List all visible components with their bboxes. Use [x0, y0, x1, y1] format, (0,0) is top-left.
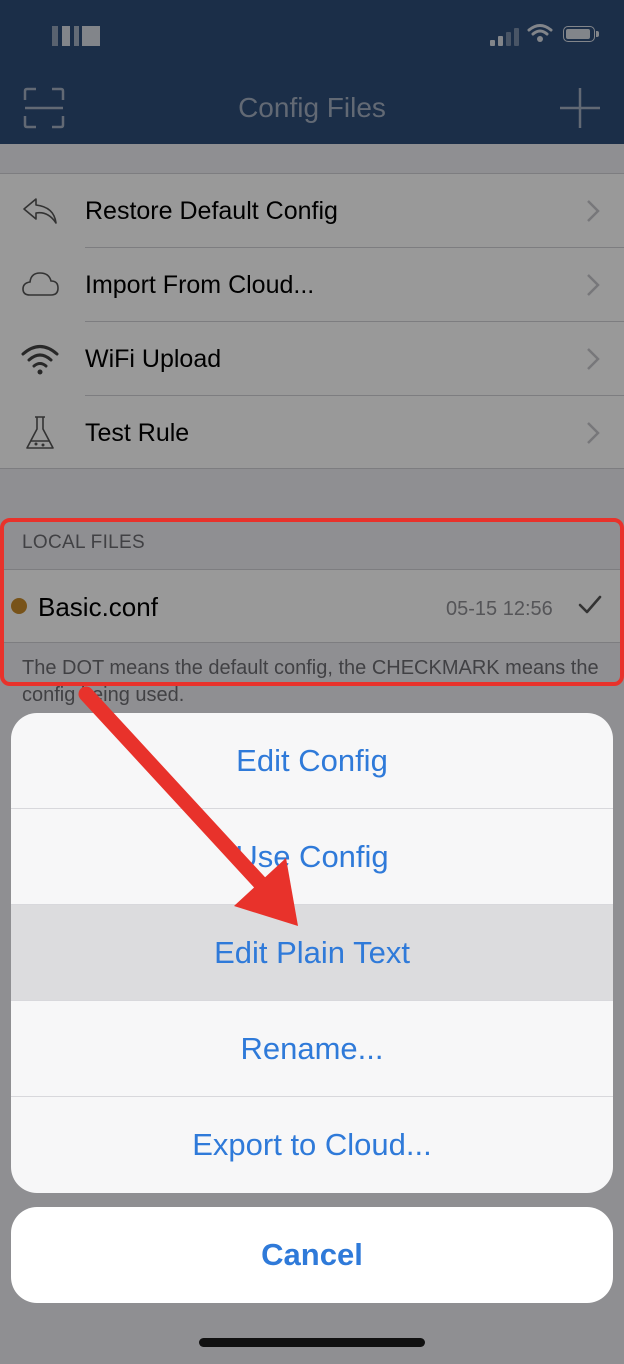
action-label: Edit Plain Text [214, 935, 410, 970]
export-to-cloud-button[interactable]: Export to Cloud... [11, 1097, 613, 1193]
action-label: Export to Cloud... [192, 1127, 432, 1162]
cancel-button[interactable]: Cancel [11, 1207, 613, 1303]
action-label: Edit Config [236, 743, 388, 778]
home-indicator [199, 1338, 425, 1347]
action-label: Rename... [240, 1031, 384, 1066]
use-config-button[interactable]: Use Config [11, 809, 613, 905]
action-label: Use Config [235, 839, 389, 874]
edit-plain-text-button[interactable]: Edit Plain Text [11, 905, 613, 1001]
rename-button[interactable]: Rename... [11, 1001, 613, 1097]
action-sheet: Edit Config Use Config Edit Plain Text R… [11, 713, 613, 1193]
annotation-highlight-box [0, 518, 624, 686]
edit-config-button[interactable]: Edit Config [11, 713, 613, 809]
